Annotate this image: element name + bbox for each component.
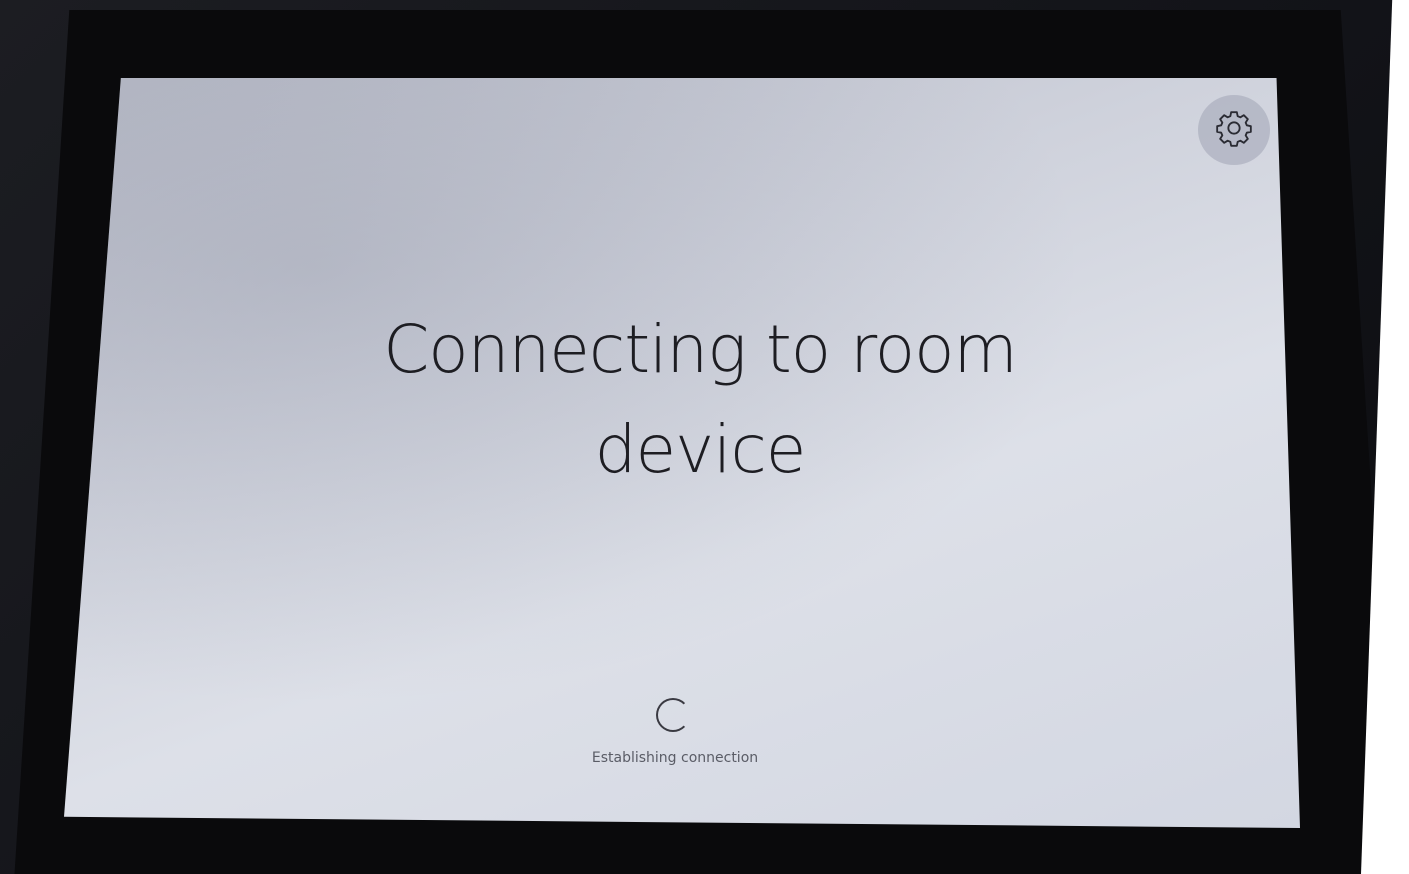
photo-background: Connecting to room device Establishing c…: [0, 0, 1409, 874]
gear-icon: [1214, 108, 1254, 153]
page-title: Connecting to room device: [383, 311, 1018, 488]
loading-spinner-icon: [656, 698, 690, 732]
settings-button[interactable]: [1198, 95, 1270, 165]
status-text: Establishing connection: [591, 750, 759, 766]
